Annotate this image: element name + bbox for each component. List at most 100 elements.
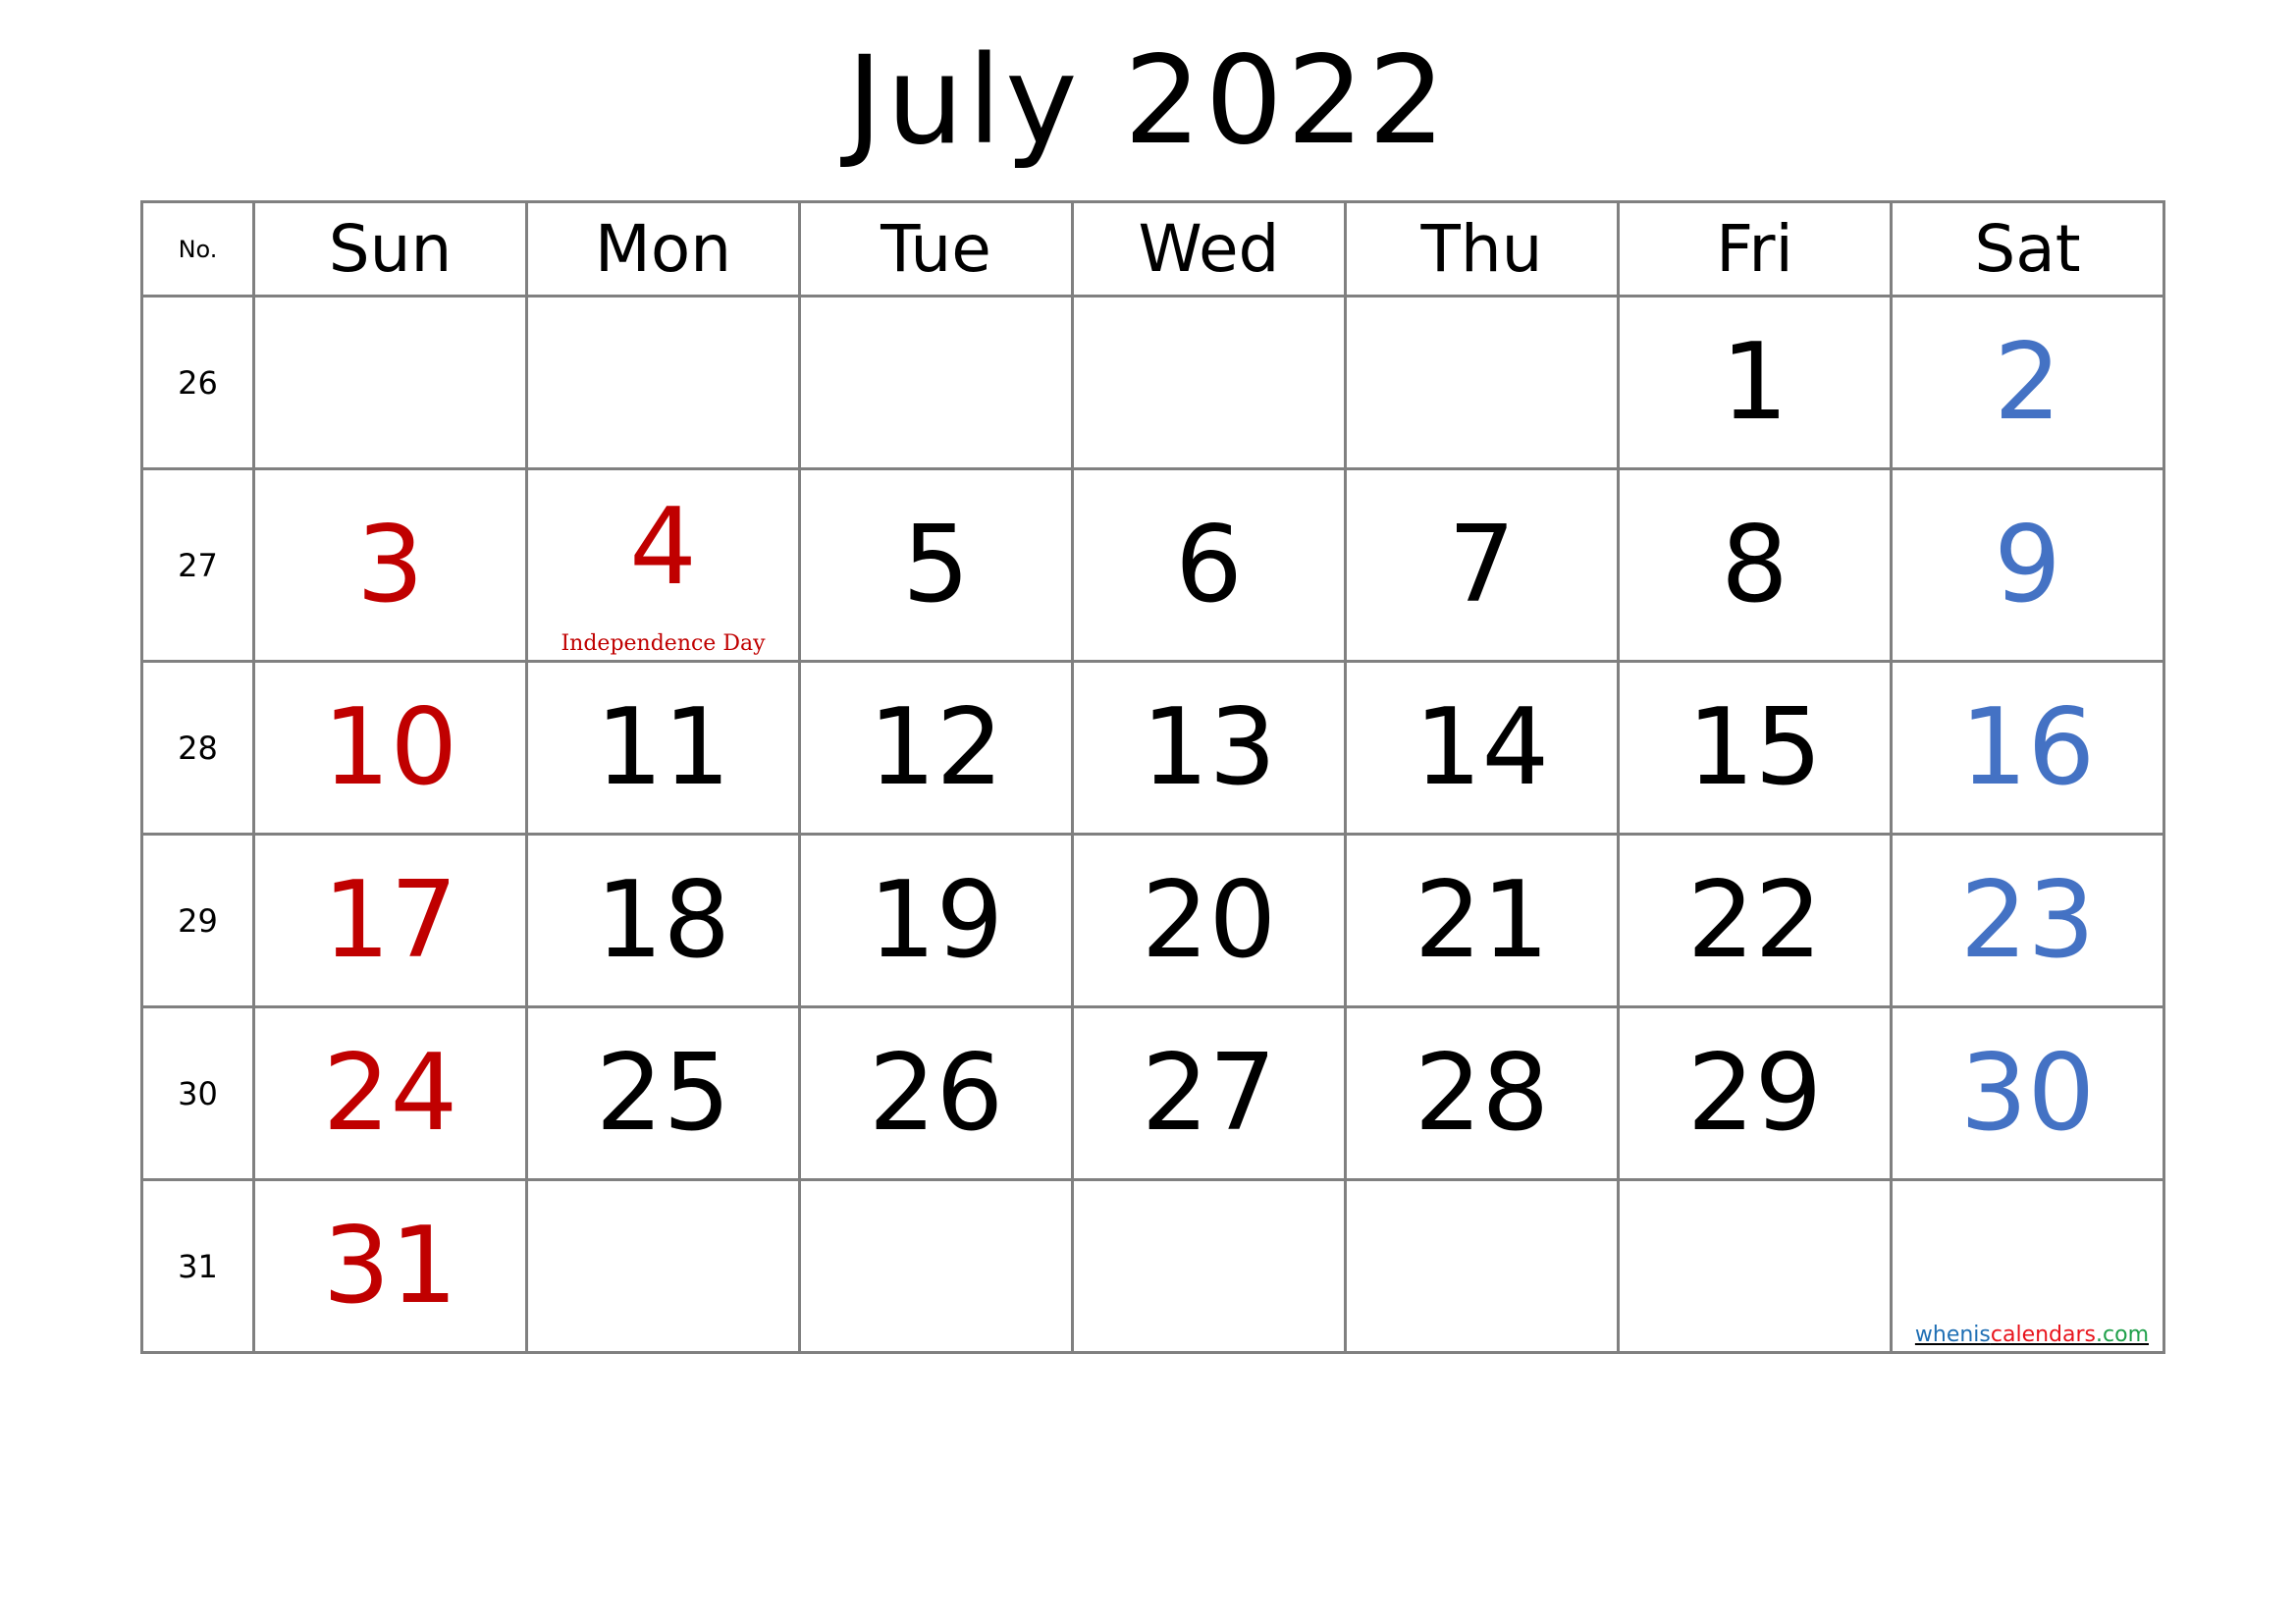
day-cell: 10 — [252, 660, 528, 836]
day-header-fri: Fri — [1617, 200, 1893, 298]
day-cell: 20 — [1071, 833, 1347, 1008]
day-cell: 12 — [798, 660, 1074, 836]
day-cell — [525, 1178, 801, 1354]
day-cell: 9 — [1890, 467, 2165, 663]
date-number: 19 — [868, 858, 1004, 982]
day-cell: 19 — [798, 833, 1074, 1008]
date-number: 13 — [1141, 685, 1277, 809]
day-header-sat: Sat — [1890, 200, 2165, 298]
day-cell: 13 — [1071, 660, 1347, 836]
credit-part-whenis: whenis — [1914, 1323, 1991, 1347]
date-number: 20 — [1141, 858, 1277, 982]
day-cell — [798, 295, 1074, 470]
day-cell: 8 — [1617, 467, 1893, 663]
week-number: 28 — [140, 660, 255, 836]
week-number: 30 — [140, 1005, 255, 1181]
date-number: 7 — [1448, 503, 1516, 626]
day-cell — [1071, 1178, 1347, 1354]
day-cell: 26 — [798, 1005, 1074, 1181]
day-header-thu: Thu — [1344, 200, 1620, 298]
date-number: 15 — [1686, 685, 1823, 809]
day-cell: 3 — [252, 467, 528, 663]
header-row: No. Sun Mon Tue Wed Thu Fri Sat — [140, 200, 2165, 298]
day-cell — [1344, 295, 1620, 470]
day-cell: 22 — [1617, 833, 1893, 1008]
day-cell: wheniscalendars.com — [1890, 1178, 2165, 1354]
date-number: 8 — [1721, 503, 1789, 626]
day-cell — [798, 1178, 1074, 1354]
day-cell: 11 — [525, 660, 801, 836]
date-number: 17 — [322, 858, 458, 982]
day-cell — [1344, 1178, 1620, 1354]
day-cell: 29 — [1617, 1005, 1893, 1181]
date-number: 18 — [595, 858, 731, 982]
date-number: 24 — [322, 1031, 458, 1155]
day-cell: 31 — [252, 1178, 528, 1354]
date-number: 1 — [1721, 320, 1789, 444]
week-number: 31 — [140, 1178, 255, 1354]
day-cell: 17 — [252, 833, 528, 1008]
date-number: 25 — [595, 1031, 731, 1155]
week-row: 30 24 25 26 27 28 29 30 — [140, 1005, 2165, 1181]
day-cell: 15 — [1617, 660, 1893, 836]
day-cell: 21 — [1344, 833, 1620, 1008]
date-number: 23 — [1959, 858, 2096, 982]
day-header-tue: Tue — [798, 200, 1074, 298]
day-cell — [1071, 295, 1347, 470]
day-cell — [252, 295, 528, 470]
date-number: 31 — [322, 1204, 458, 1327]
date-number: 30 — [1959, 1031, 2096, 1155]
day-header-wed: Wed — [1071, 200, 1347, 298]
week-number-header: No. — [140, 200, 255, 298]
day-cell: 23 — [1890, 833, 2165, 1008]
date-number: 11 — [595, 685, 731, 809]
holiday-label: Independence Day — [561, 631, 766, 656]
date-number: 21 — [1414, 858, 1550, 982]
calendar-grid: No. Sun Mon Tue Wed Thu Fri Sat 26 1 2 2… — [140, 200, 2165, 1354]
week-number: 26 — [140, 295, 255, 470]
date-number: 10 — [322, 685, 458, 809]
date-number: 3 — [356, 503, 424, 626]
calendar-title: July 2022 — [846, 30, 1450, 172]
day-cell: 1 — [1617, 295, 1893, 470]
week-number: 29 — [140, 833, 255, 1008]
date-number: 6 — [1175, 503, 1243, 626]
day-cell: 30 — [1890, 1005, 2165, 1181]
day-cell: 7 — [1344, 467, 1620, 663]
date-number: 14 — [1414, 685, 1550, 809]
date-number: 5 — [902, 503, 970, 626]
week-row: 29 17 18 19 20 21 22 23 — [140, 833, 2165, 1008]
week-row: 26 1 2 — [140, 295, 2165, 470]
website-credit-link[interactable]: wheniscalendars.com — [1915, 1323, 2149, 1347]
day-cell: 16 — [1890, 660, 2165, 836]
day-cell — [525, 295, 801, 470]
day-cell: 14 — [1344, 660, 1620, 836]
date-number: 2 — [1994, 320, 2061, 444]
day-header-sun: Sun — [252, 200, 528, 298]
credit-part-calendars: calendars — [1990, 1323, 2097, 1347]
date-number: 16 — [1959, 685, 2096, 809]
date-number: 22 — [1686, 858, 1823, 982]
day-cell-holiday: 4 Independence Day — [525, 467, 801, 663]
credit-part-com: .com — [2096, 1323, 2149, 1347]
day-cell: 25 — [525, 1005, 801, 1181]
week-row: 31 31 wheniscalendars.com — [140, 1178, 2165, 1354]
date-number: 26 — [868, 1031, 1004, 1155]
date-number: 27 — [1141, 1031, 1277, 1155]
day-cell: 2 — [1890, 295, 2165, 470]
week-row: 27 3 4 Independence Day 5 6 7 8 9 — [140, 467, 2165, 663]
day-cell — [1617, 1178, 1893, 1354]
date-number: 4 — [629, 485, 697, 609]
day-cell: 6 — [1071, 467, 1347, 663]
date-number: 12 — [868, 685, 1004, 809]
day-cell: 18 — [525, 833, 801, 1008]
day-cell: 27 — [1071, 1005, 1347, 1181]
day-cell: 28 — [1344, 1005, 1620, 1181]
date-number: 9 — [1994, 503, 2061, 626]
day-header-mon: Mon — [525, 200, 801, 298]
week-row: 28 10 11 12 13 14 15 16 — [140, 660, 2165, 836]
day-cell: 5 — [798, 467, 1074, 663]
date-number: 28 — [1414, 1031, 1550, 1155]
date-number: 29 — [1686, 1031, 1823, 1155]
week-number: 27 — [140, 467, 255, 663]
